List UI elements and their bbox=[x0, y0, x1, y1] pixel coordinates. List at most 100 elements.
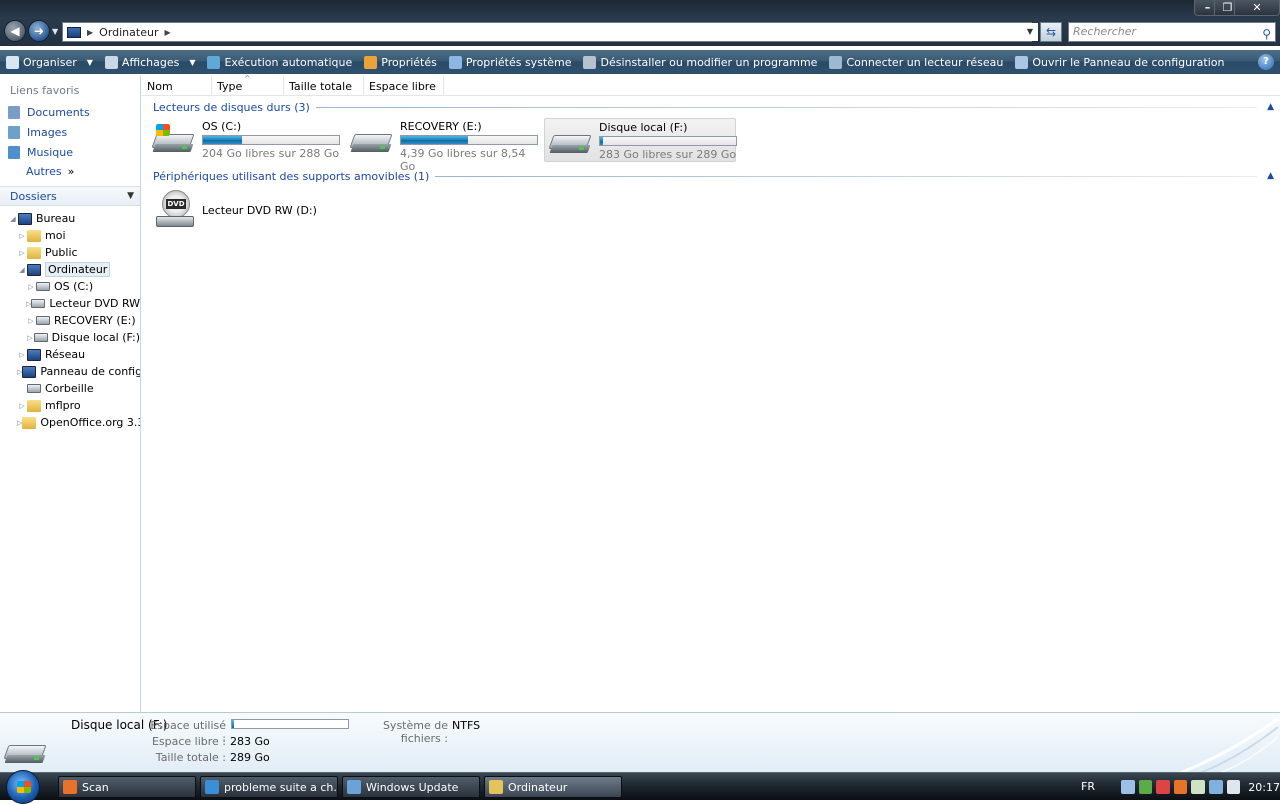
tree-item[interactable]: ▷ Public bbox=[0, 244, 140, 261]
breadcrumb-separator-icon[interactable]: ▶ bbox=[164, 28, 170, 37]
search-input[interactable]: Rechercher ⚲ bbox=[1068, 22, 1276, 42]
column-header-label: Type bbox=[217, 79, 243, 93]
toolbar-item[interactable]: Organiser ▼ bbox=[0, 50, 99, 74]
expand-arrow-icon[interactable]: ▷ bbox=[17, 232, 27, 240]
tree-item[interactable]: ▷ mflpro bbox=[0, 397, 140, 414]
refresh-button[interactable]: ⇆ bbox=[1040, 22, 1062, 42]
dvd-drive-tile[interactable]: DVD Lecteur DVD RW (D:) bbox=[148, 188, 340, 232]
drive-tile[interactable]: RECOVERY (E:) 4,39 Go libres sur 8,54 Go bbox=[346, 118, 538, 173]
column-header[interactable]: Taille totale bbox=[284, 76, 364, 96]
expand-arrow-icon[interactable]: ▷ bbox=[26, 334, 34, 342]
tree-item[interactable]: ▷ Panneau de configu bbox=[0, 363, 140, 380]
clock[interactable]: 20:17 bbox=[1248, 781, 1280, 794]
network-status-icon[interactable] bbox=[1209, 780, 1223, 794]
tree-item[interactable]: ▷ moi bbox=[0, 227, 140, 244]
capacity-bar-fill bbox=[600, 137, 603, 145]
collapse-group-icon[interactable]: ▲ bbox=[1267, 102, 1274, 112]
tree-item[interactable]: ▷ RECOVERY (E:) bbox=[0, 312, 140, 329]
expand-arrow-icon[interactable]: ▷ bbox=[17, 402, 27, 410]
group-header-removable[interactable]: Périphériques utilisant des supports amo… bbox=[142, 166, 1280, 186]
tree-item-label: Disque local (F:) bbox=[51, 331, 140, 344]
tree-item[interactable]: ▷ Réseau bbox=[0, 346, 140, 363]
collapse-group-icon[interactable]: ▲ bbox=[1267, 171, 1274, 181]
dvd-badge: DVD bbox=[166, 199, 186, 209]
expand-arrow-icon[interactable]: ▷ bbox=[26, 283, 36, 291]
expand-arrow-icon[interactable]: ▷ bbox=[17, 249, 27, 257]
favorites-more-link[interactable]: Autres » bbox=[0, 162, 140, 180]
tree-item[interactable]: ◢ Ordinateur bbox=[0, 261, 140, 278]
tree-item-label: OpenOffice.org 3.3 bbox=[40, 416, 140, 429]
checkmark-icon bbox=[364, 55, 378, 69]
drive-name: Lecteur DVD RW (D:) bbox=[202, 204, 317, 217]
breadcrumb-separator-icon[interactable]: ▶ bbox=[87, 28, 93, 37]
tree-item[interactable]: Corbeille bbox=[0, 380, 140, 397]
tree-item-label: RECOVERY (E:) bbox=[54, 314, 136, 327]
taskbar-button[interactable]: Ordinateur bbox=[484, 776, 622, 798]
network-tray-icon[interactable] bbox=[1121, 780, 1135, 794]
disk-led-shape bbox=[380, 146, 385, 149]
volume-icon[interactable] bbox=[1226, 780, 1241, 794]
taskbar-button[interactable]: probleme suite a ch... bbox=[200, 776, 338, 798]
column-header[interactable]: Nom bbox=[142, 76, 212, 96]
expand-arrow-icon[interactable]: ▷ bbox=[17, 351, 27, 359]
toolbar-item[interactable]: Affichages ▼ bbox=[99, 50, 202, 74]
tray-app-icon[interactable] bbox=[1156, 780, 1170, 794]
dvd-drive-icon: DVD bbox=[152, 190, 196, 230]
column-header[interactable]: Espace libre bbox=[364, 76, 444, 96]
language-indicator[interactable]: FR bbox=[1081, 780, 1095, 793]
tree-item[interactable]: ▷ Lecteur DVD RW ( bbox=[0, 295, 140, 312]
battery-icon[interactable] bbox=[1191, 780, 1206, 794]
expand-arrow-icon[interactable]: ◢ bbox=[17, 266, 27, 274]
favorite-link[interactable]: Musique bbox=[0, 142, 140, 162]
windows-logo-icon bbox=[17, 781, 31, 793]
hard-drives-list: OS (C:) 204 Go libres sur 288 Go RECOVERY … bbox=[142, 118, 1280, 173]
taskbar-button[interactable]: Scan bbox=[58, 776, 196, 798]
drive-tile[interactable]: OS (C:) 204 Go libres sur 288 Go bbox=[148, 118, 340, 162]
taskbar-button-label: Ordinateur bbox=[508, 780, 568, 794]
total-size-value: 289 Go bbox=[230, 751, 270, 764]
tree-item[interactable]: ◢ Bureau bbox=[0, 210, 140, 227]
breadcrumb-computer[interactable]: Ordinateur bbox=[99, 26, 158, 39]
toolbar-item[interactable]: Désinstaller ou modifier un programme bbox=[577, 50, 823, 74]
group-header-hard-drives[interactable]: Lecteurs de disques durs (3) ▲ bbox=[142, 97, 1280, 117]
tree-item[interactable]: ▷ Disque local (F:) bbox=[0, 329, 140, 346]
toolbar-item-label: Exécution automatique bbox=[224, 55, 353, 69]
expand-arrow-icon[interactable]: ◢ bbox=[8, 215, 18, 223]
column-header-label: Taille totale bbox=[289, 79, 352, 93]
address-bar[interactable]: ▶ Ordinateur ▶ bbox=[62, 22, 1032, 42]
toolbar-item[interactable]: Propriétés bbox=[358, 50, 443, 74]
help-button[interactable]: ? bbox=[1258, 54, 1274, 70]
security-tray-icon[interactable] bbox=[1138, 780, 1153, 794]
firefox-icon bbox=[63, 780, 77, 794]
search-icon[interactable]: ⚲ bbox=[1262, 25, 1271, 43]
toolbar-item[interactable]: Propriétés système bbox=[443, 50, 578, 74]
firefox-tray-icon[interactable] bbox=[1173, 780, 1188, 794]
start-button[interactable] bbox=[6, 770, 40, 804]
drive-info: Disque local (F:) 283 Go libres sur 289 G… bbox=[599, 121, 737, 161]
tree-item[interactable]: ▷ OS (C:) bbox=[0, 278, 140, 295]
hard-drive-icon bbox=[349, 120, 394, 156]
tree-item[interactable]: ▷ OpenOffice.org 3.3 bbox=[0, 414, 140, 431]
content-pane: Nom Type ^ Taille totale Espace libre Lecteu… bbox=[142, 74, 1280, 712]
taskbar: Scan probleme suite a ch... Windows Update… bbox=[0, 770, 1280, 804]
expand-arrow-icon[interactable]: ▷ bbox=[26, 317, 36, 325]
favorite-link[interactable]: Images bbox=[0, 122, 140, 142]
column-header[interactable]: Type ^ bbox=[212, 74, 284, 96]
recent-pages-dropdown[interactable]: ▼ bbox=[52, 27, 58, 36]
favorite-link[interactable]: Documents bbox=[0, 102, 140, 122]
toolbar-item[interactable]: Connecter un lecteur réseau bbox=[823, 50, 1009, 74]
close-button[interactable]: ✕ bbox=[1234, 0, 1280, 16]
autoplay-icon bbox=[207, 55, 221, 69]
toolbar-item[interactable]: Exécution automatique bbox=[201, 50, 358, 74]
free-space-value: 283 Go bbox=[230, 735, 270, 748]
folders-header[interactable]: Dossiers ▼ bbox=[0, 186, 140, 206]
music-icon bbox=[8, 145, 20, 159]
taskbar-button[interactable]: Windows Update bbox=[342, 776, 480, 798]
toolbar-item[interactable]: Ouvrir le Panneau de configuration bbox=[1009, 50, 1230, 74]
address-history-dropdown[interactable]: ▼ bbox=[1022, 23, 1038, 41]
forward-button[interactable]: ➜ bbox=[28, 20, 50, 42]
command-toolbar: Organiser ▼ Affichages ▼ Exécution automatiq… bbox=[0, 50, 1280, 74]
drive-tile[interactable]: Disque local (F:) 283 Go libres sur 289 G… bbox=[544, 118, 737, 162]
back-button[interactable]: ◀ bbox=[4, 20, 26, 42]
recycle-bin-icon bbox=[27, 384, 41, 393]
